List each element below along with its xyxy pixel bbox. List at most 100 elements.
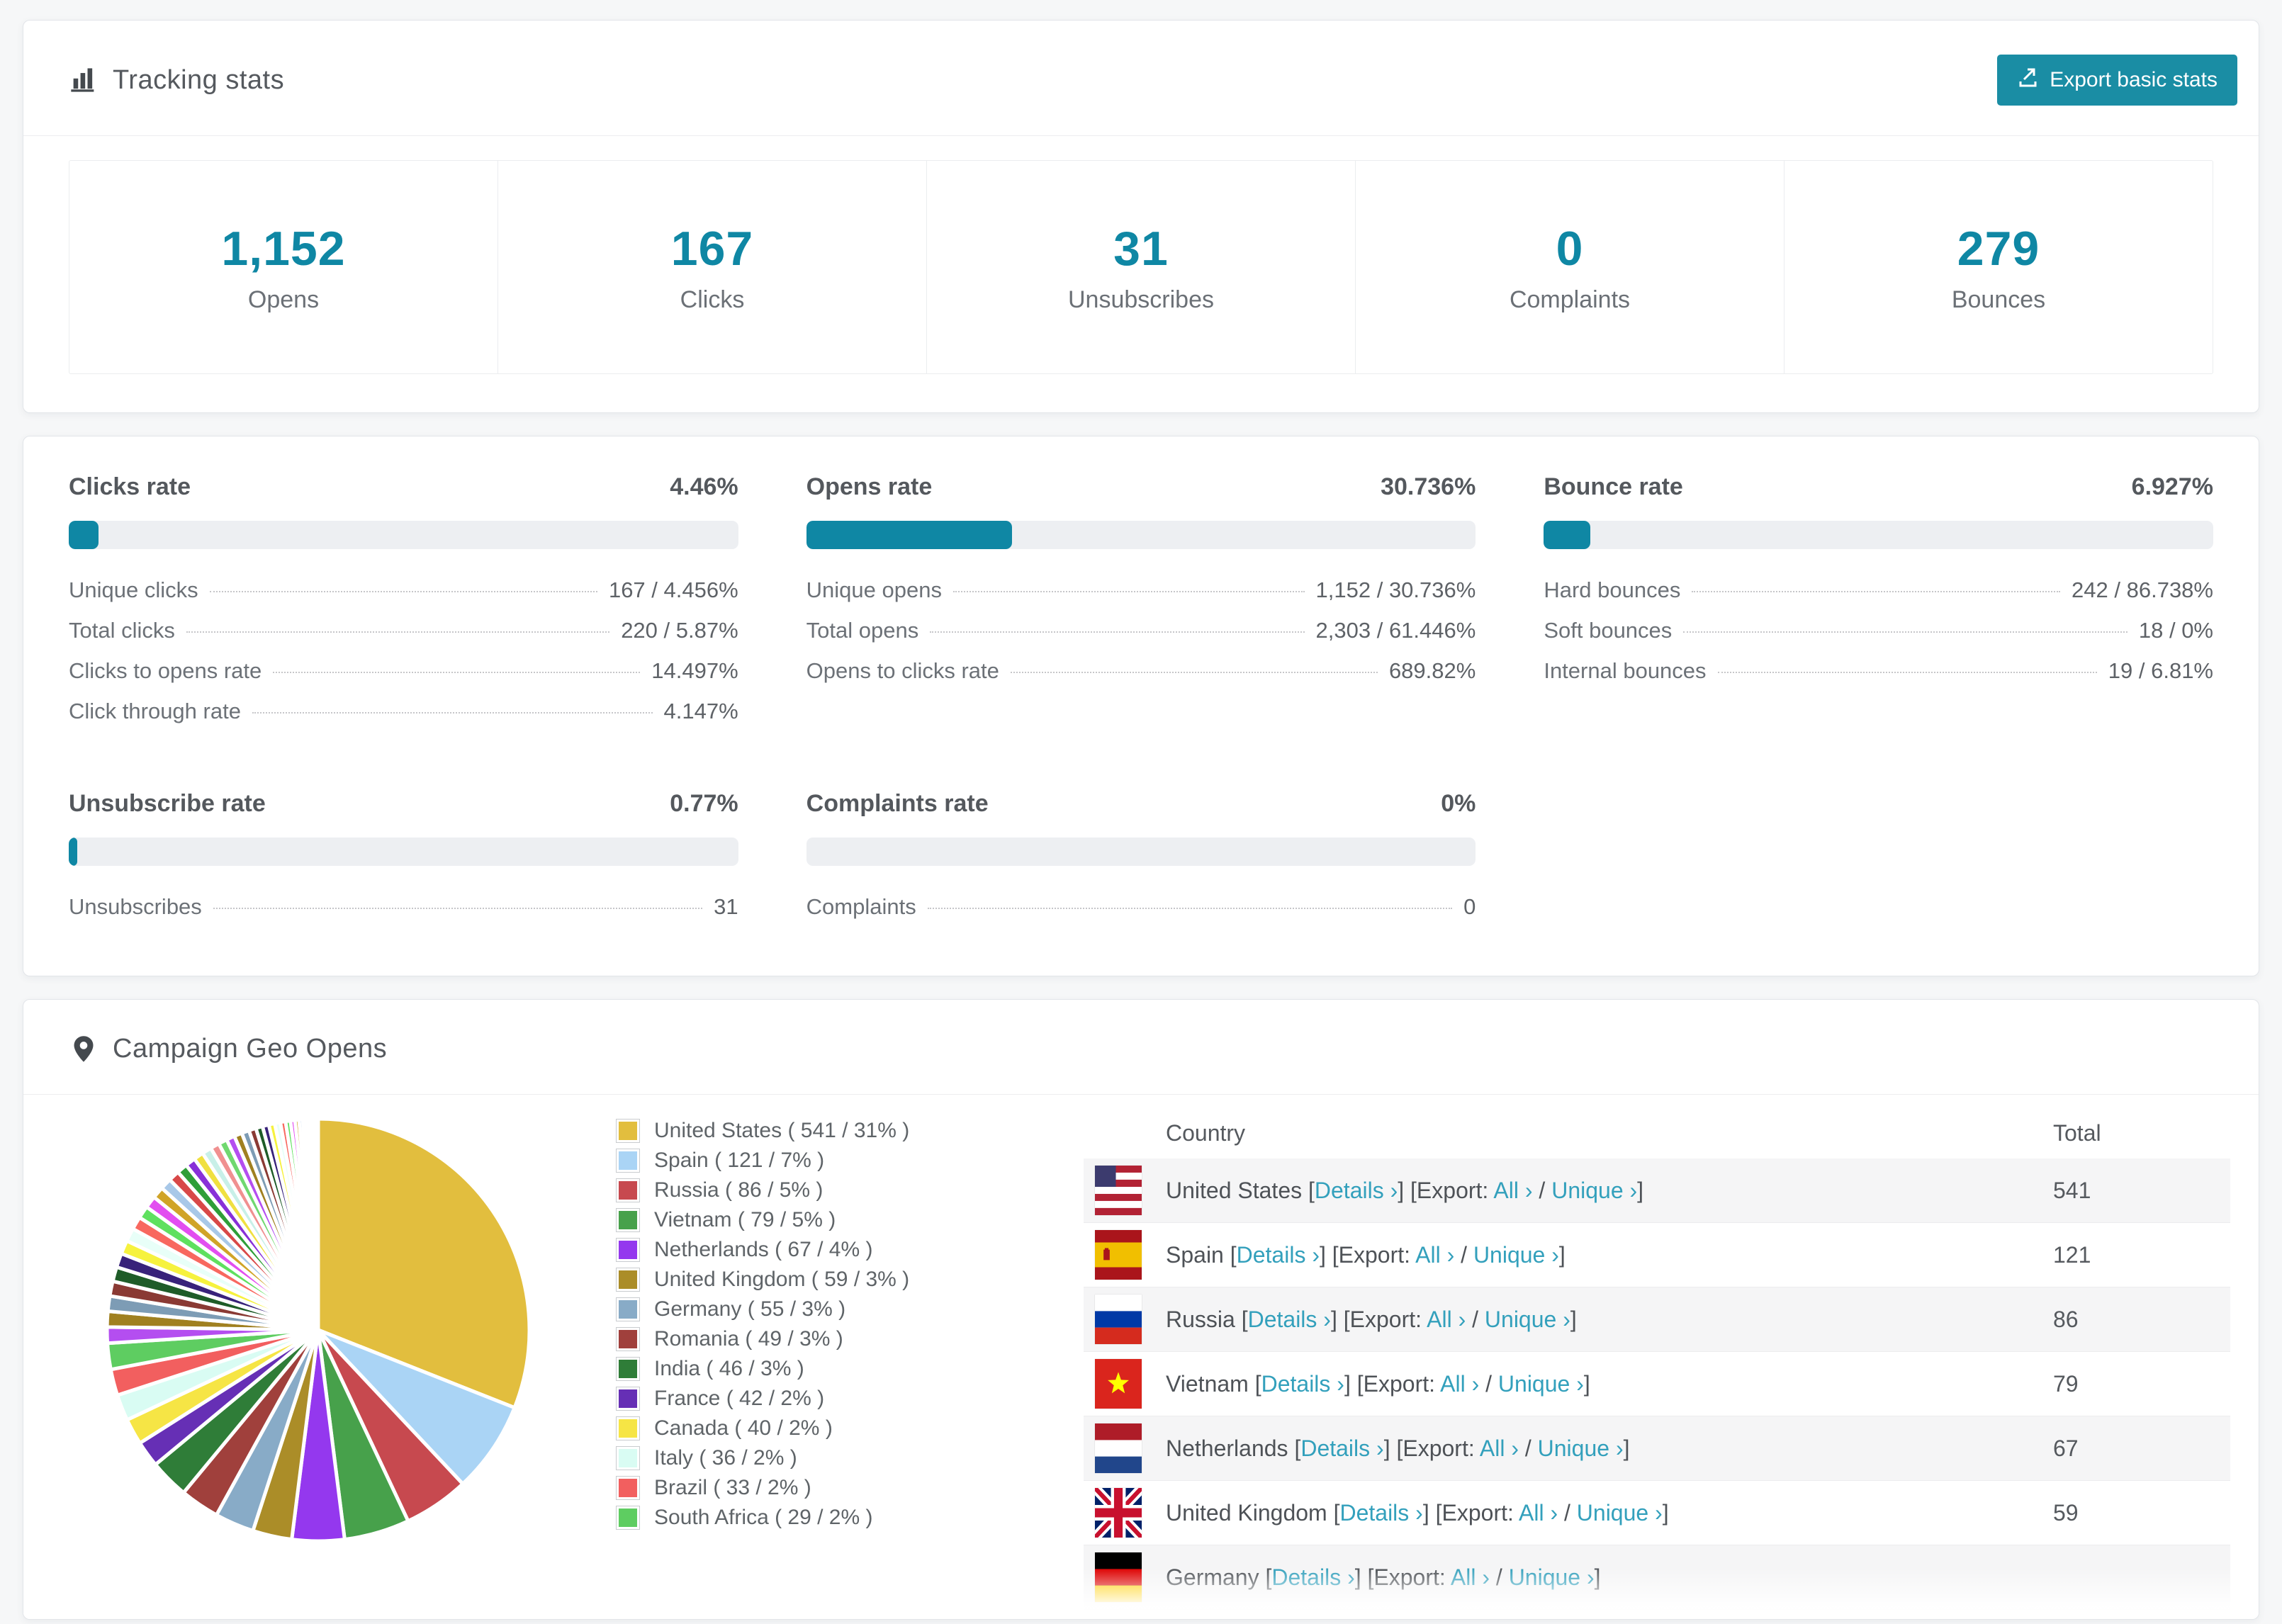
export-all-link[interactable]: All ›: [1519, 1500, 1558, 1526]
export-unique-link[interactable]: Unique ›: [1551, 1178, 1637, 1203]
rate-section: Complaints rate 0% Complaints 0: [806, 790, 1476, 935]
export-unique-link[interactable]: Unique ›: [1485, 1307, 1570, 1332]
rate-section: Bounce rate 6.927% Hard bounces 242 / 86.73…: [1544, 473, 2213, 739]
pie-chart-svg: [105, 1117, 532, 1543]
geo-pie-chart: [91, 1103, 545, 1560]
geo-country-table: Country Total United States [Details ›] …: [1084, 1107, 2230, 1610]
stat-value: 279: [1957, 221, 2040, 276]
table-row: Spain [Details ›] [Export: All › / Uniqu…: [1084, 1223, 2230, 1287]
legend-label: Russia ( 86 / 5% ): [654, 1178, 824, 1202]
legend-label: United Kingdom ( 59 / 3% ): [654, 1268, 910, 1291]
rate-metric-value: 18 / 0%: [2138, 618, 2213, 643]
details-link[interactable]: Details ›: [1237, 1242, 1320, 1268]
page: Tracking stats Export basic stats 1,152 O…: [0, 0, 2282, 1620]
legend-label: France ( 42 / 2% ): [654, 1387, 825, 1410]
dotted-leader: [252, 712, 653, 714]
dotted-leader: [930, 631, 1305, 633]
export-unique-link[interactable]: Unique ›: [1473, 1242, 1559, 1268]
rate-metric-value: 19 / 6.81%: [2108, 658, 2213, 683]
export-all-link[interactable]: All ›: [1451, 1564, 1490, 1590]
rate-metric-label: Soft bounces: [1544, 618, 1673, 643]
rate-metric-label: Complaints: [806, 894, 916, 919]
export-unique-link[interactable]: Unique ›: [1538, 1436, 1624, 1461]
export-basic-stats-button[interactable]: Export basic stats: [1997, 55, 2237, 106]
rate-title: Complaints rate: [806, 790, 989, 817]
total-cell: 541: [2053, 1177, 2091, 1203]
export-unique-link[interactable]: Unique ›: [1498, 1371, 1584, 1397]
rate-metric-row: Unique clicks 167 / 4.456%: [69, 577, 738, 618]
rate-section-header: Bounce rate 6.927%: [1544, 473, 2213, 501]
geo-legend: United States ( 541 / 31% ) Spain ( 121 /…: [616, 1119, 970, 1535]
total-cell: 67: [2053, 1435, 2079, 1461]
total-cell: 59: [2053, 1499, 2079, 1526]
dotted-leader: [186, 631, 610, 633]
export-all-link[interactable]: All ›: [1427, 1307, 1466, 1332]
table-row: Netherlands [Details ›] [Export: All › /…: [1084, 1416, 2230, 1481]
stat-cell: 167 Clicks: [498, 161, 927, 373]
flag-vn-icon: [1095, 1359, 1142, 1409]
table-row: Vietnam [Details ›] [Export: All › / Uni…: [1084, 1352, 2230, 1416]
details-link[interactable]: Details ›: [1315, 1178, 1398, 1203]
rate-metric-row: Internal bounces 19 / 6.81%: [1544, 658, 2213, 699]
rate-metric-label: Unique opens: [806, 577, 942, 602]
table-body: United States [Details ›] [Export: All ›…: [1084, 1158, 2230, 1610]
rate-metric-label: Total clicks: [69, 618, 175, 643]
country-name: Germany: [1166, 1564, 1266, 1590]
legend-item: Russia ( 86 / 5% ): [616, 1178, 970, 1202]
export-all-link[interactable]: All ›: [1415, 1242, 1454, 1268]
column-header-total: Total: [2053, 1120, 2101, 1146]
legend-label: Italy ( 36 / 2% ): [654, 1446, 797, 1470]
rate-value: 0%: [1441, 790, 1476, 817]
rate-metric-row: Clicks to opens rate 14.497%: [69, 658, 738, 699]
details-link[interactable]: Details ›: [1271, 1564, 1354, 1590]
stat-value: 0: [1556, 221, 1584, 276]
details-link[interactable]: Details ›: [1261, 1371, 1344, 1397]
rate-metric-value: 4.147%: [663, 699, 738, 723]
country-name: Netherlands: [1166, 1435, 1295, 1461]
dotted-leader: [209, 591, 597, 592]
details-link[interactable]: Details ›: [1248, 1307, 1331, 1332]
legend-swatch: [616, 1476, 640, 1500]
legend-swatch: [616, 1238, 640, 1262]
flag-ru-icon: [1095, 1295, 1142, 1344]
legend-label: United States ( 541 / 31% ): [654, 1119, 910, 1142]
total-cell: 121: [2053, 1241, 2091, 1268]
details-link[interactable]: Details ›: [1300, 1436, 1383, 1461]
legend-item: Vietnam ( 79 / 5% ): [616, 1208, 970, 1232]
country-cell: United States [Details ›] [Export: All ›…: [1166, 1177, 1644, 1203]
pie-slice-other: [315, 1117, 320, 1332]
legend-swatch: [616, 1297, 640, 1321]
legend-label: Romania ( 49 / 3% ): [654, 1327, 843, 1350]
legend-swatch: [616, 1416, 640, 1440]
total-cell: 79: [2053, 1370, 2079, 1397]
stat-cell: 0 Complaints: [1356, 161, 1784, 373]
table-row: Germany [Details ›] [Export: All › / Uni…: [1084, 1545, 2230, 1610]
tracking-stats-header: Tracking stats Export basic stats: [23, 21, 2259, 135]
geo-title: Campaign Geo Opens: [113, 1034, 388, 1064]
rate-title: Unsubscribe rate: [69, 790, 266, 817]
export-unique-link[interactable]: Unique ›: [1509, 1564, 1595, 1590]
details-link[interactable]: Details ›: [1339, 1500, 1422, 1526]
flag-de-icon: [1095, 1552, 1142, 1602]
export-all-link[interactable]: All ›: [1440, 1371, 1479, 1397]
export-all-link[interactable]: All ›: [1480, 1436, 1519, 1461]
rate-metric-row: Opens to clicks rate 689.82%: [806, 658, 1476, 699]
stat-label: Clicks: [680, 286, 745, 313]
stat-value: 1,152: [221, 221, 346, 276]
legend-item: Italy ( 36 / 2% ): [616, 1446, 970, 1470]
table-row: United Kingdom [Details ›] [Export: All …: [1084, 1481, 2230, 1545]
dotted-leader: [927, 908, 1453, 909]
legend-item: Romania ( 49 / 3% ): [616, 1327, 970, 1351]
export-unique-link[interactable]: Unique ›: [1577, 1500, 1663, 1526]
country-cell: Germany [Details ›] [Export: All › / Uni…: [1166, 1564, 1601, 1590]
stat-cell: 1,152 Opens: [69, 161, 498, 373]
flag-nl-icon: [1095, 1423, 1142, 1473]
export-all-link[interactable]: All ›: [1493, 1178, 1532, 1203]
country-cell: Russia [Details ›] [Export: All › / Uniq…: [1166, 1306, 1577, 1332]
tracking-stats-title: Tracking stats: [113, 64, 285, 95]
country-cell: Vietnam [Details ›] [Export: All › / Uni…: [1166, 1370, 1590, 1397]
legend-swatch: [616, 1178, 640, 1202]
rates-grid: Clicks rate 4.46% Unique clicks 167 / 4.456…: [23, 436, 2259, 976]
legend-item: Brazil ( 33 / 2% ): [616, 1476, 970, 1500]
stat-value: 167: [670, 221, 754, 276]
